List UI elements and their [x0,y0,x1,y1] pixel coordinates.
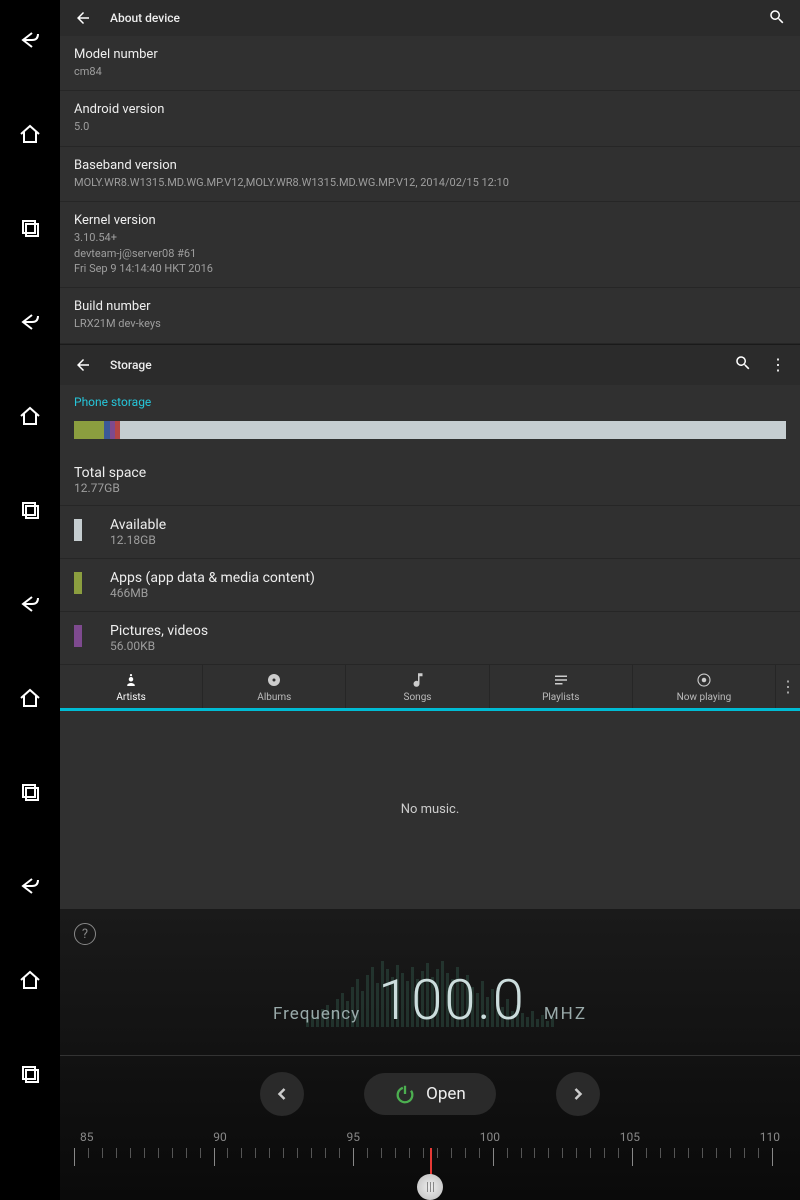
main-content: About device Model number cm84 Android ver… [60,0,800,1200]
music-empty: No music. [60,711,800,909]
overflow-icon[interactable]: ⋮ [770,355,786,374]
scale-label: 90 [213,1130,227,1144]
storage-usage-bar[interactable] [74,421,786,439]
row-title: Kernel version [74,213,786,228]
recent-icon[interactable] [18,1062,42,1090]
tab-label: Songs [404,692,432,703]
phone-storage-label: Phone storage [60,385,800,415]
storage-header: Storage ⋮ [60,345,800,385]
row-title: Build number [74,299,786,314]
freq-unit: MHZ [544,1004,587,1024]
row-value: 5.0 [74,119,786,134]
back-arrow-icon[interactable] [74,356,92,374]
tab-icon [695,671,713,689]
about-row[interactable]: Model number cm84 [60,36,800,91]
back-icon[interactable] [18,310,42,338]
storage-total[interactable]: Total space 12.77GB [60,451,800,506]
storage-title: Storage [110,358,152,372]
power-icon [394,1083,416,1105]
open-button[interactable]: Open [364,1073,496,1115]
back-icon[interactable] [18,592,42,620]
back-arrow-icon[interactable] [74,9,92,27]
tab-label: Now playing [677,692,732,703]
scale-label: 110 [760,1130,780,1144]
frequency-scale[interactable]: 85 90 95 100 105 110 [74,1130,786,1190]
row-value: 3.10.54+ devteam-j@server08 #61 Fri Sep … [74,230,786,276]
bar-segment-misc [115,421,120,439]
row-value: cm84 [74,64,786,79]
back-icon[interactable] [18,874,42,902]
back-icon[interactable] [18,28,42,56]
about-row[interactable]: Baseband version MOLY.WR8.W1315.MD.WG.MP.… [60,147,800,202]
about-row[interactable]: Kernel version 3.10.54+ devteam-j@server0… [60,202,800,288]
search-icon[interactable] [768,8,786,29]
row-value: MOLY.WR8.W1315.MD.WG.MP.V12,MOLY.WR8.W13… [74,175,786,190]
scale-label: 95 [347,1130,361,1144]
storage-item-title: Available [110,517,166,533]
recent-icon[interactable] [18,780,42,808]
storage-row[interactable]: Available12.18GB [60,506,800,559]
tab-label: Playlists [542,692,579,703]
freq-label: Frequency [273,1004,360,1024]
radio-controls: Open [74,1072,786,1116]
about-list: Model number cm84 Android version 5.0 Baseba… [60,36,800,345]
about-row[interactable]: Android version 5.0 [60,91,800,146]
color-chip [74,519,82,541]
scale-label: 100 [480,1130,500,1144]
tab-icon [552,671,570,689]
tab-icon [265,671,283,689]
row-title: Android version [74,102,786,117]
about-title: About device [110,11,180,25]
scale-label: 85 [80,1130,94,1144]
recent-icon[interactable] [18,498,42,526]
bar-segment-apps [74,421,104,439]
row-title: Baseband version [74,158,786,173]
total-title: Total space [74,465,146,481]
tab-icon [122,671,140,689]
next-button[interactable] [556,1072,600,1116]
no-music-label: No music. [401,802,460,817]
storage-item-value: 466MB [110,586,315,600]
tab-now-playing[interactable]: Now playing [633,665,776,708]
system-nav-sidebar [0,0,60,1200]
frequency-display: Frequency 100.0 MHZ [74,953,786,1055]
radio-panel: ? Frequency 100.0 MHZ Open 85 90 95 100 105 1… [60,909,800,1200]
storage-row[interactable]: Apps (app data & media content)466MB [60,559,800,612]
scale-label: 105 [620,1130,640,1144]
home-icon[interactable] [18,686,42,714]
home-icon[interactable] [18,404,42,432]
storage-item-title: Pictures, videos [110,623,208,639]
prev-button[interactable] [260,1072,304,1116]
row-title: Model number [74,47,786,62]
about-header: About device [60,0,800,36]
about-row[interactable]: Build number LRX21M dev-keys [60,288,800,343]
recent-icon[interactable] [18,216,42,244]
tab-playlists[interactable]: Playlists [490,665,633,708]
tab-label: Artists [116,692,145,703]
home-icon[interactable] [18,968,42,996]
music-tabs: Artists Albums Songs Playlists Now playing ⋮ [60,665,800,711]
open-label: Open [426,1084,466,1104]
storage-item-title: Apps (app data & media content) [110,570,315,586]
divider [60,1055,800,1056]
overflow-icon[interactable]: ⋮ [776,665,800,708]
storage-row[interactable]: Pictures, videos56.00KB [60,612,800,665]
tab-icon [409,671,427,689]
storage-item-value: 56.00KB [110,639,208,653]
color-chip [74,572,82,594]
tab-label: Albums [257,692,291,703]
tuner-knob[interactable] [417,1174,443,1200]
tab-songs[interactable]: Songs [346,665,489,708]
home-icon[interactable] [18,122,42,150]
tab-artists[interactable]: Artists [60,665,203,708]
color-chip [74,625,82,647]
help-icon[interactable]: ? [74,923,96,945]
total-value: 12.77GB [74,481,146,495]
freq-value: 100.0 [378,967,526,1033]
search-icon[interactable] [734,354,752,375]
row-value: LRX21M dev-keys [74,316,786,331]
tab-albums[interactable]: Albums [203,665,346,708]
storage-item-value: 12.18GB [110,533,166,547]
